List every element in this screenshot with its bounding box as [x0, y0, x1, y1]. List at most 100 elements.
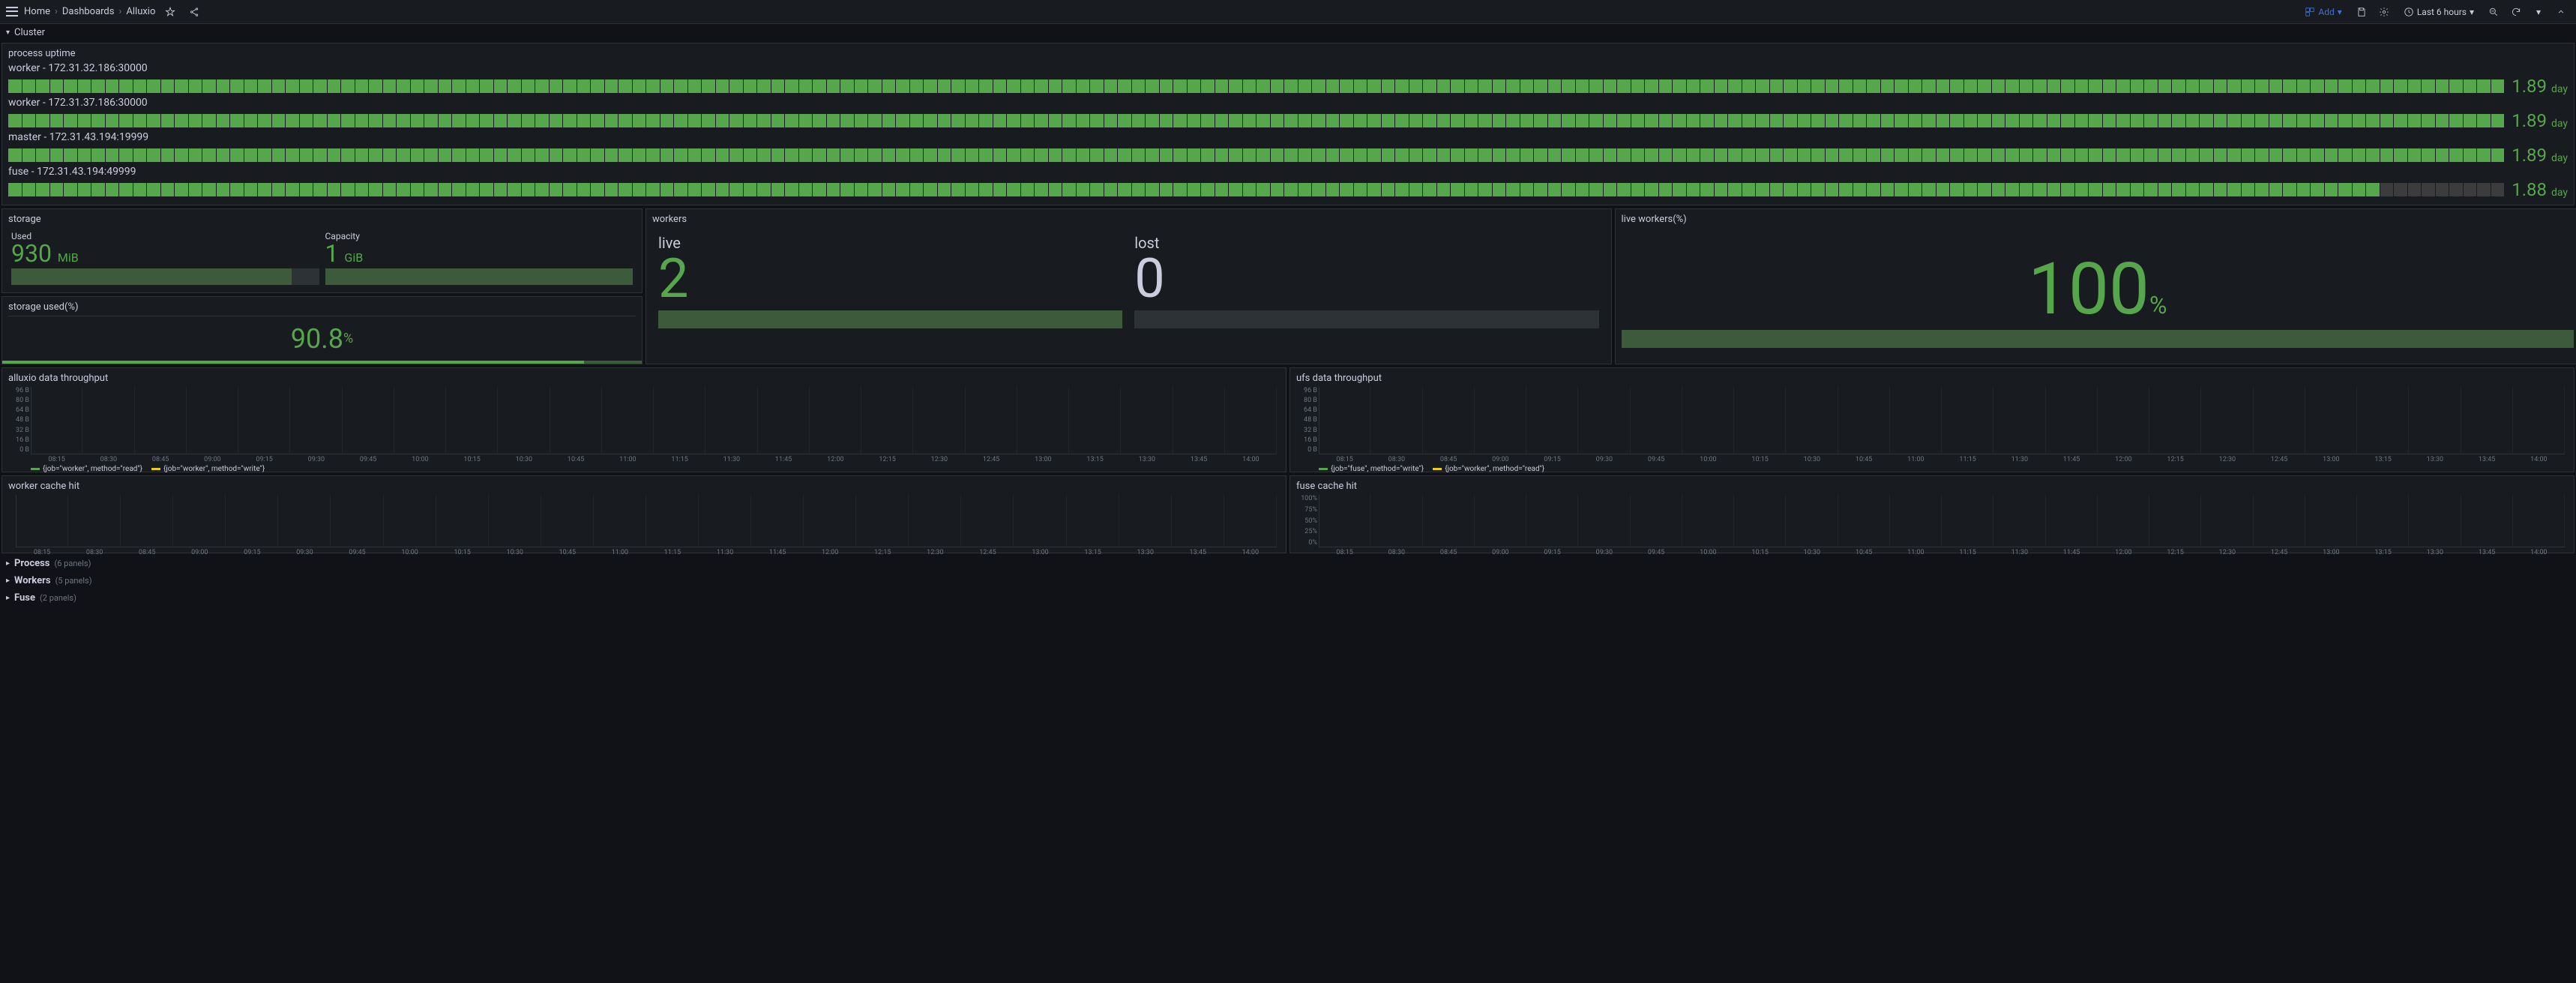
chart-area[interactable]: 100%75%50%25%0%: [1319, 495, 2565, 547]
add-label: Add: [2318, 7, 2334, 17]
x-tick: 08:30: [1370, 456, 1422, 463]
star-icon[interactable]: [161, 3, 179, 21]
x-tick: 13:30: [1121, 456, 1173, 463]
x-tick: 13:15: [1067, 549, 1119, 556]
x-tick: 13:15: [1069, 456, 1121, 463]
x-tick: 11:15: [646, 549, 699, 556]
time-picker[interactable]: Last 6 hours ▾: [2398, 4, 2480, 20]
chevron-right-icon: ▸: [6, 594, 10, 602]
x-tick: 09:00: [173, 549, 226, 556]
x-tick: 10:00: [384, 549, 436, 556]
add-button[interactable]: Add ▾: [2299, 4, 2347, 20]
panel-worker-cache-hit: worker cache hit 08:1508:3008:4509:0009:…: [1, 475, 1287, 553]
refresh-icon[interactable]: [2507, 3, 2525, 21]
x-tick: 11:30: [699, 549, 751, 556]
x-tick: 08:15: [1319, 456, 1370, 463]
x-tick: 11:45: [2046, 549, 2098, 556]
uptime-bar: [8, 114, 2504, 127]
x-tick: 11:45: [751, 549, 804, 556]
x-tick: 10:45: [1838, 456, 1890, 463]
row-process[interactable]: ▸ Process (6 panels): [0, 555, 2576, 572]
x-tick: 11:15: [654, 456, 705, 463]
y-tick: 32 B: [1298, 427, 1317, 434]
y-tick: 96 B: [1298, 387, 1317, 394]
y-tick: 25%: [1298, 528, 1317, 535]
collapse-icon[interactable]: [2552, 3, 2570, 21]
live-label: live: [658, 234, 1122, 252]
storage-used-pct-unit: %: [343, 331, 353, 346]
x-tick: 11:30: [705, 456, 757, 463]
chart-area[interactable]: [16, 495, 1277, 547]
x-tick: 13:00: [1014, 549, 1066, 556]
uptime-value: 1.88 day: [2512, 179, 2568, 200]
x-tick: 12:45: [2254, 456, 2305, 463]
x-tick: 12:00: [810, 456, 861, 463]
x-tick: 13:30: [2409, 456, 2461, 463]
uptime-bar: [8, 183, 2504, 196]
uptime-row-label: master - 172.31.43.194:19999: [8, 131, 2568, 143]
x-tick: 08:15: [31, 456, 82, 463]
x-tick: 14:00: [2513, 456, 2565, 463]
row-title: Cluster: [14, 27, 45, 38]
x-tick: 13:30: [1119, 549, 1172, 556]
x-tick: 11:30: [1993, 549, 2045, 556]
legend-item[interactable]: {job="fuse", method="write"}: [1319, 465, 1424, 473]
x-tick: 12:45: [961, 549, 1014, 556]
lost-bar: [1134, 310, 1598, 328]
x-tick: 10:00: [1682, 456, 1734, 463]
live-value: 2: [658, 252, 1122, 306]
panel-workers: workers live 2 lost 0: [645, 208, 1612, 364]
uptime-value: 1.89 day: [2512, 145, 2568, 166]
legend-item[interactable]: {job="worker", method="read"}: [31, 465, 142, 473]
x-tick: 10:45: [541, 549, 594, 556]
lost-label: lost: [1134, 234, 1598, 252]
x-tick: 08:45: [121, 549, 173, 556]
breadcrumb-dashboards[interactable]: Dashboards: [62, 6, 115, 17]
share-icon[interactable]: [185, 3, 203, 21]
menu-icon[interactable]: [6, 6, 18, 18]
breadcrumb-current[interactable]: Alluxio: [126, 6, 155, 17]
x-tick: 13:15: [2357, 456, 2409, 463]
x-tick: 12:15: [2149, 456, 2201, 463]
row-cluster[interactable]: ▾ Cluster: [0, 24, 2576, 41]
time-range-label: Last 6 hours: [2417, 7, 2467, 17]
panel-title: worker cache hit: [8, 481, 1280, 492]
x-tick: 09:15: [238, 456, 290, 463]
row-count: (2 panels): [40, 593, 76, 603]
x-tick: 14:00: [1224, 549, 1277, 556]
chart-area[interactable]: 96 B80 B64 B48 B32 B16 B0 B: [1319, 387, 2565, 454]
x-tick: 08:15: [1319, 549, 1370, 556]
legend-item[interactable]: {job="worker", method="read"}: [1433, 465, 1544, 473]
chevron-right-icon: ▸: [6, 559, 10, 568]
x-tick: 13:30: [2409, 549, 2461, 556]
uptime-row-label: worker - 172.31.37.186:30000: [8, 97, 2568, 109]
panel-storage: storage Used 930 MiB Capacity 1 GiB: [1, 208, 643, 293]
row-workers[interactable]: ▸ Workers (5 panels): [0, 572, 2576, 589]
x-tick: 12:45: [2254, 549, 2305, 556]
refresh-dropdown-icon[interactable]: ▾: [2530, 3, 2548, 21]
x-tick: 11:30: [1993, 456, 2045, 463]
x-tick: 13:45: [2461, 456, 2513, 463]
zoom-out-icon[interactable]: [2485, 3, 2503, 21]
row-fuse[interactable]: ▸ Fuse (2 panels): [0, 589, 2576, 607]
breadcrumb-home[interactable]: Home: [24, 6, 50, 17]
chevron-down-icon: ▾: [2338, 7, 2342, 17]
x-tick: 10:15: [1734, 549, 1786, 556]
save-icon[interactable]: [2353, 3, 2371, 21]
x-tick: 13:45: [1173, 456, 1225, 463]
legend-item[interactable]: {job="worker", method="write"}: [151, 465, 265, 473]
panel-title: alluxio data throughput: [8, 373, 1280, 384]
x-tick: 08:15: [16, 549, 68, 556]
chart-area[interactable]: 96 B80 B64 B48 B32 B16 B0 B: [31, 387, 1277, 454]
y-tick: 80 B: [10, 397, 29, 404]
panel-title: live workers(%): [1622, 214, 2575, 225]
x-tick: 13:45: [2461, 549, 2513, 556]
y-tick: 96 B: [10, 387, 29, 394]
chevron-right-icon: ▸: [6, 577, 10, 585]
y-tick: 0 B: [1298, 446, 1317, 454]
row-title: Process: [14, 558, 49, 569]
chevron-down-icon: ▾: [2470, 7, 2474, 17]
gear-icon[interactable]: [2375, 3, 2393, 21]
x-tick: 08:45: [1423, 549, 1475, 556]
row-count: (6 panels): [54, 559, 91, 568]
